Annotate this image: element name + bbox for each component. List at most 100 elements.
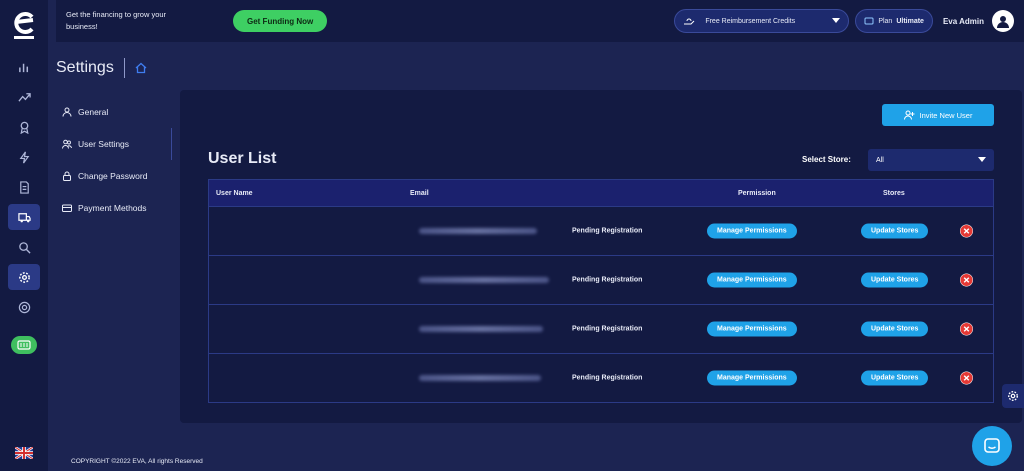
add-user-icon: [903, 110, 915, 120]
nav-item-label: User Settings: [78, 139, 130, 149]
rail-truck[interactable]: [8, 204, 40, 230]
table-row: Pending Registration Manage Permissions …: [209, 353, 993, 402]
bolt-icon: [19, 151, 29, 163]
reimbursement-credits-dropdown[interactable]: Free Reimbursement Credits: [674, 9, 850, 33]
table-header: User Name Email Permission Stores: [209, 180, 993, 206]
nav-item-label: General: [78, 107, 109, 117]
title-divider: [123, 58, 125, 78]
store-select[interactable]: All: [868, 149, 994, 171]
search-icon: [18, 241, 31, 254]
left-icon-rail: [0, 0, 48, 471]
user-icon: [62, 107, 72, 117]
credits-pill[interactable]: [11, 336, 37, 354]
users-icon: [62, 139, 72, 149]
delete-user-button[interactable]: [960, 322, 973, 336]
copyright-footer: COPYRIGHT ©2022 EVA, All rights Reserved: [71, 458, 203, 465]
hand-coin-icon: [684, 18, 695, 25]
invite-button-label: Invite New User: [919, 110, 973, 120]
caret-down-icon: [832, 18, 841, 23]
user-list-card: Invite New User User List Select Store: …: [180, 90, 1022, 423]
table-row: Pending Registration Manage Permissions …: [209, 255, 993, 304]
plan-badge[interactable]: Plan Ultimate: [855, 9, 933, 33]
nav-item-user-settings[interactable]: User Settings: [62, 128, 172, 160]
store-select-value: All: [876, 156, 884, 164]
update-stores-button[interactable]: Update Stores: [861, 223, 929, 239]
close-circle-icon: [960, 274, 973, 286]
chart-bar-icon: [18, 63, 28, 72]
top-bar: Get the financing to grow your business!…: [56, 0, 1024, 42]
truck-icon: [17, 212, 31, 222]
get-funding-button[interactable]: Get Funding Now: [233, 10, 328, 32]
avatar[interactable]: [992, 10, 1014, 32]
plan-name: Ultimate: [896, 17, 924, 25]
caret-down-icon: [978, 157, 986, 162]
nav-item-label: Payment Methods: [78, 203, 147, 213]
rail-chart-bar[interactable]: [8, 54, 40, 80]
user-list-title: User List: [208, 150, 277, 167]
column-header-permission: Permission: [738, 189, 776, 197]
status-text: Pending Registration: [572, 325, 643, 333]
uk-flag-icon[interactable]: [15, 447, 33, 459]
manage-permissions-button[interactable]: Manage Permissions: [707, 370, 797, 386]
delete-user-button[interactable]: [960, 273, 973, 287]
status-text: Pending Registration: [572, 227, 643, 235]
eva-logo[interactable]: [8, 6, 40, 42]
delete-user-button[interactable]: [960, 224, 973, 238]
invite-new-user-button[interactable]: Invite New User: [882, 104, 994, 126]
trend-up-icon: [17, 92, 31, 102]
gear-icon: [1008, 391, 1018, 401]
rail-award[interactable]: [8, 114, 40, 140]
status-text: Pending Registration: [572, 276, 643, 284]
close-circle-icon: [960, 323, 973, 335]
column-header-stores: Stores: [883, 189, 905, 197]
email-redacted: [419, 228, 537, 234]
nav-item-general[interactable]: General: [62, 96, 172, 128]
delete-user-button[interactable]: [960, 371, 973, 385]
table-row: Pending Registration Manage Permissions …: [209, 304, 993, 353]
page-title: Settings: [56, 59, 114, 76]
manage-permissions-button[interactable]: Manage Permissions: [707, 223, 797, 239]
manage-permissions-button[interactable]: Manage Permissions: [707, 272, 797, 288]
email-redacted: [419, 277, 549, 283]
settings-nav: General User Settings Change Password Pa…: [62, 96, 172, 224]
user-avatar-icon: [997, 16, 1009, 28]
table-row: Pending Registration Manage Permissions …: [209, 206, 993, 255]
column-header-email: Email: [410, 189, 429, 197]
update-stores-button[interactable]: Update Stores: [861, 370, 929, 386]
promo-text: Get the financing to grow your business!: [66, 10, 167, 31]
rail-document[interactable]: [8, 174, 40, 200]
user-table: User Name Email Permission Stores Pendin…: [208, 179, 994, 403]
plan-prefix: Plan: [878, 17, 893, 25]
page-title-row: Settings: [56, 58, 147, 78]
home-icon[interactable]: [135, 62, 147, 74]
document-icon: [19, 180, 29, 194]
rail-trend[interactable]: [8, 84, 40, 110]
user-name: Eva Admin: [942, 16, 984, 26]
chat-icon: [984, 438, 1000, 453]
update-stores-button[interactable]: Update Stores: [861, 321, 929, 337]
nav-item-change-password[interactable]: Change Password: [62, 160, 172, 192]
select-store-label: Select Store:: [802, 155, 851, 164]
gear-icon: [18, 271, 30, 283]
rail-bolt[interactable]: [8, 144, 40, 170]
eva-logo-icon: [14, 12, 34, 39]
chat-launcher-button[interactable]: [972, 426, 1012, 466]
lock-icon: [63, 171, 71, 181]
credits-icon: [17, 340, 31, 350]
rail-support[interactable]: [8, 294, 40, 320]
support-icon: [18, 301, 30, 313]
update-stores-button[interactable]: Update Stores: [861, 272, 929, 288]
plan-icon: [864, 17, 874, 25]
column-header-user-name: User Name: [216, 189, 253, 197]
floating-settings-tab[interactable]: [1002, 384, 1024, 408]
nav-item-label: Change Password: [78, 171, 148, 181]
nav-item-payment-methods[interactable]: Payment Methods: [62, 192, 172, 224]
credits-label: Free Reimbursement Credits: [705, 17, 796, 25]
rail-search[interactable]: [8, 234, 40, 260]
card-icon: [62, 204, 72, 212]
award-icon: [19, 121, 29, 134]
manage-permissions-button[interactable]: Manage Permissions: [707, 321, 797, 337]
email-redacted: [419, 375, 541, 381]
rail-settings[interactable]: [8, 264, 40, 290]
close-circle-icon: [960, 372, 973, 384]
